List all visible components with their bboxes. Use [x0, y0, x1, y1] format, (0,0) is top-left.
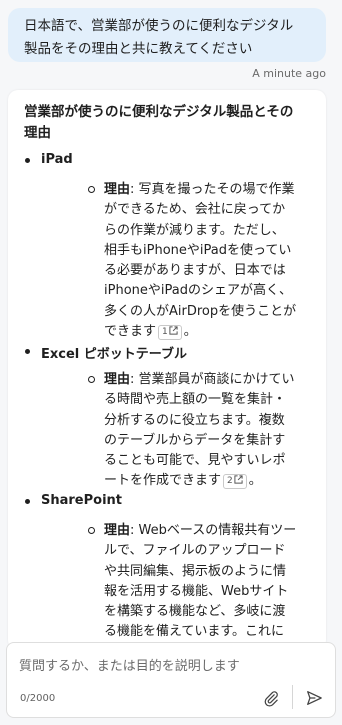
citation-link-2[interactable]: 2	[223, 474, 247, 490]
reason-label: 理由	[104, 523, 131, 538]
answer-title-line: 理由	[24, 125, 51, 141]
message-timestamp: A minute ago	[252, 67, 326, 80]
reason-line: 多くの人がAirDropを使うことが	[104, 303, 297, 319]
reason-line: : Webベースの情報共有ツー	[130, 523, 297, 538]
reason-ipad: 理由: 写真を撮ったその場で作業 ができるため、会社に戻ってか らの作業が減りま…	[104, 180, 310, 342]
reason-line: : 写真を撮ったその場で作業	[130, 182, 295, 197]
send-icon	[307, 691, 322, 705]
reason-line: を構築する機能など、多岐に渡	[104, 604, 286, 620]
reason-line: 分析するのに役立ちます。複数	[104, 412, 285, 428]
product-item-sharepoint: SharePoint	[24, 493, 123, 508]
reason-line: ートを作成できます	[104, 473, 222, 489]
answer-title: 営業部が使うのに便利なデジタル製品とその 理由	[24, 102, 314, 144]
composer-divider	[292, 685, 293, 709]
reason-line: る機能を備えています。これに	[104, 624, 285, 640]
answer-title-line: 営業部が使うのに便利なデジタル製品とその	[24, 104, 294, 120]
reason-line: できます	[104, 324, 157, 340]
character-counter: 0/2000	[20, 693, 56, 704]
reason-line: のテーブルからデータを集計す	[104, 432, 286, 448]
sentence-end: 。	[248, 473, 262, 489]
reason-excel-pivot: 理由: 営業部員が商談にかけてい る時間や売上額の一覧を集計・ 分析するのに役立…	[104, 370, 310, 492]
citation-link-1[interactable]: 1	[158, 325, 182, 341]
chat-input[interactable]	[19, 655, 319, 677]
user-message-line: 日本語で、営業部が使うのに便利なデジタル	[24, 18, 294, 34]
reason-label: 理由	[104, 372, 131, 387]
chat-composer: 0/2000	[6, 642, 336, 718]
sentence-end: 。	[183, 324, 197, 340]
assistant-answer-card: 営業部が使うのに便利なデジタル製品とその 理由 iPad 理由: 写真を撮ったそ…	[8, 90, 326, 650]
reason-line: や共同編集、掲示板のように情	[104, 563, 287, 579]
reason-sharepoint: 理由: Webベースの情報共有ツー ルで、ファイルのアップロード や共同編集、掲…	[104, 521, 310, 643]
product-item-excel-pivot: Excel ピボットテーブル	[25, 343, 187, 362]
sub-bullet	[88, 527, 95, 534]
reason-line: 相手もiPhoneやiPadを使ってい	[104, 242, 292, 258]
reason-line: らの作業が減ります。ただし、	[104, 222, 285, 238]
user-message-bubble: 日本語で、営業部が使うのに便利なデジタル 製品をその理由と共に教えてください	[8, 8, 326, 62]
attach-button[interactable]	[259, 686, 283, 710]
send-button[interactable]	[301, 686, 327, 710]
reason-line: ることも可能で、見やすいレポ	[104, 453, 286, 469]
external-link-icon	[169, 326, 178, 335]
reason-line: : 営業部員が商談にかけてい	[130, 372, 295, 387]
reason-line: iPhoneやiPadのシェアが高く、	[104, 283, 292, 299]
citation-number: 1	[162, 327, 168, 338]
reason-line: 報を活用する機能、Webサイト	[104, 583, 289, 599]
reason-line: ができるため、会社に戻ってか	[104, 202, 286, 218]
reason-line: る必要がありますが、日本では	[104, 263, 286, 279]
sub-bullet	[88, 376, 95, 383]
citation-number: 2	[227, 476, 233, 487]
reason-line: る時間や売上額の一覧を集計・	[104, 392, 287, 408]
reason-line: ルで、ファイルのアップロード	[104, 543, 286, 559]
paperclip-icon	[264, 691, 278, 707]
reason-label: 理由	[104, 182, 131, 197]
external-link-icon	[234, 475, 243, 485]
user-message-line: 製品をその理由と共に教えてください	[24, 41, 253, 57]
product-item-ipad: iPad	[25, 152, 73, 167]
sub-bullet	[88, 186, 95, 193]
